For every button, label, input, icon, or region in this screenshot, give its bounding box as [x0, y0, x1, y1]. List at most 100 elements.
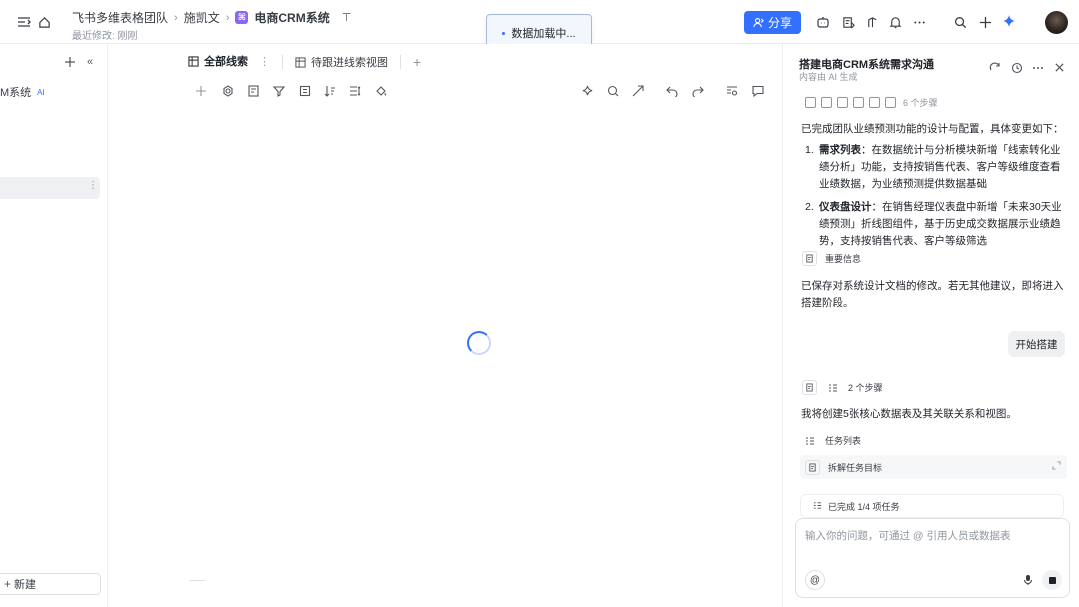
item-number: 1.: [805, 144, 814, 156]
grid-view-icon: [295, 56, 306, 68]
task-goal-card[interactable]: 拆解任务目标: [800, 455, 1067, 479]
add-record-icon[interactable]: [194, 84, 208, 98]
find-icon[interactable]: [725, 84, 739, 98]
settings-icon[interactable]: [221, 84, 235, 98]
view-tabs: 全部线索 ⋮ 待跟进线索视图 +: [180, 45, 421, 79]
list-item: 2. 仪表盘设计：在销售经理仪表盘中新增「未来30天业绩预测」折线图组件，基于历…: [801, 199, 1066, 250]
close-icon[interactable]: [1053, 61, 1066, 74]
avatar[interactable]: [1045, 11, 1068, 34]
bell-icon[interactable]: [887, 14, 903, 30]
last-modified: 最近修改: 刚刚: [72, 31, 138, 42]
home-icon[interactable]: [36, 14, 52, 30]
sidebar-toggle-icon[interactable]: [16, 14, 32, 30]
search-icon[interactable]: [952, 14, 968, 30]
row-more-icon[interactable]: ⋮: [88, 180, 98, 191]
breadcrumb-user[interactable]: 施凯文: [184, 9, 220, 26]
stop-icon: [1048, 576, 1056, 584]
row-height-icon[interactable]: [348, 84, 362, 98]
steps-count-2: 2 个步骤: [848, 383, 883, 393]
main-canvas: [108, 44, 782, 607]
fill-color-icon[interactable]: [374, 84, 388, 98]
share-view-icon[interactable]: [631, 84, 645, 98]
filter-icon[interactable]: [272, 84, 286, 98]
chat-input[interactable]: [805, 528, 1060, 558]
refresh-icon[interactable]: [988, 61, 1001, 74]
mention-button[interactable]: @: [805, 570, 825, 590]
steps-summary[interactable]: 6 个步骤: [805, 96, 938, 109]
steps-count: 6 个步骤: [903, 98, 938, 108]
ai-assist-icon[interactable]: [580, 84, 594, 98]
stop-button[interactable]: [1042, 570, 1062, 590]
sidebar-base-title[interactable]: M系统 AI: [0, 84, 45, 100]
automation-icon[interactable]: [864, 14, 880, 30]
breadcrumb-team[interactable]: 飞书多维表格团队: [72, 9, 168, 26]
more-icon[interactable]: [1031, 61, 1044, 74]
tab-divider: [400, 55, 401, 69]
new-button[interactable]: + 新建: [0, 573, 101, 595]
intro-text: 已完成团队业绩预测功能的设计与配置，具体变更如下：: [801, 123, 1064, 135]
more-icon[interactable]: [911, 14, 927, 30]
sort-icon[interactable]: [323, 84, 337, 98]
history-search-icon[interactable]: [606, 84, 620, 98]
checklist-icon: [825, 380, 840, 395]
add-icon[interactable]: [64, 55, 76, 73]
collapse-icon[interactable]: «: [87, 56, 93, 68]
tab-label: 全部线索: [204, 56, 248, 68]
checklist-icon: [813, 501, 822, 512]
task-list-row[interactable]: 任务列表: [802, 433, 861, 448]
comment-icon[interactable]: [751, 84, 765, 98]
plus-icon[interactable]: [977, 14, 993, 30]
expand-icon[interactable]: [1052, 461, 1061, 472]
redo-icon[interactable]: [691, 84, 705, 98]
share-user-icon: [753, 18, 764, 28]
item-text: 仪表盘设计：在销售经理仪表盘中新增「未来30天业绩预测」折线图组件，基于历史成交…: [819, 199, 1066, 250]
item-head: 仪表盘设计: [819, 201, 872, 213]
item-text: 需求列表：在数据统计与分析模块新增「线索转化业绩分析」功能，支持按销售代表、客户…: [819, 142, 1066, 193]
undo-icon[interactable]: [665, 84, 679, 98]
group-icon[interactable]: [298, 84, 312, 98]
robot-icon[interactable]: [815, 14, 831, 30]
important-info-row[interactable]: 重要信息: [802, 251, 861, 266]
document-icon: [802, 380, 817, 395]
share-label: 分享: [767, 16, 792, 30]
scroll-indicator: [189, 580, 205, 581]
task-goal-label: 拆解任务目标: [828, 462, 883, 473]
toast-text: 数据加载中...: [511, 28, 576, 40]
chevron-right-icon: ›: [174, 11, 178, 24]
step-icon: [885, 97, 896, 108]
ai-sparkle-icon[interactable]: [1001, 14, 1017, 30]
steps-row[interactable]: 2 个步骤: [802, 380, 883, 395]
tab-label: 待跟进线索视图: [311, 57, 388, 69]
doc-title[interactable]: 电商CRM系统: [254, 9, 329, 26]
history-icon[interactable]: [1010, 61, 1023, 74]
tab-more-icon[interactable]: ⋮: [259, 55, 270, 68]
important-info-label: 重要信息: [825, 254, 862, 264]
progress-text: 已完成 1/4 项任务: [828, 501, 900, 512]
saved-note: 已保存对系统设计文档的修改。若无其他建议，即将进入搭建阶段。: [801, 280, 1064, 309]
pin-icon[interactable]: ⊤: [342, 11, 352, 24]
list-item: 1. 需求列表：在数据统计与分析模块新增「线索转化业绩分析」功能，支持按销售代表…: [801, 142, 1066, 193]
tab-divider: [282, 55, 283, 69]
add-view-icon[interactable]: +: [413, 54, 421, 70]
base-doc-icon: ⌘: [235, 11, 249, 24]
task-progress[interactable]: 已完成 1/4 项任务: [800, 494, 1064, 518]
tab-all-leads[interactable]: 全部线索 ⋮: [180, 45, 278, 79]
chevron-right-icon: ›: [225, 11, 230, 24]
form-icon[interactable]: [840, 14, 856, 30]
step-icon: [805, 97, 816, 108]
checklist-icon: [802, 433, 817, 448]
sidebar-item-selected[interactable]: ⋮: [0, 177, 100, 199]
start-build-button[interactable]: 开始搭建: [1008, 331, 1065, 357]
new-label: 新建: [14, 579, 37, 591]
sidebar-title-text: M系统: [0, 87, 32, 99]
plan-text: 我将创建5张核心数据表及其关联关系和视图。: [801, 408, 1017, 420]
top-bar: 飞书多维表格团队 › 施凯文 › ⌘ 电商CRM系统 ⊤ 最近修改: 刚刚 数据…: [0, 0, 1079, 52]
share-button[interactable]: 分享: [744, 11, 801, 34]
step-icon: [869, 97, 880, 108]
microphone-icon[interactable]: [1018, 570, 1038, 590]
chat-input-box: @: [795, 518, 1070, 598]
tab-pending-leads[interactable]: 待跟进线索视图: [287, 45, 396, 79]
field-config-icon[interactable]: [247, 84, 261, 98]
ai-badge: AI: [37, 87, 45, 97]
item-head: 需求列表: [819, 144, 861, 156]
